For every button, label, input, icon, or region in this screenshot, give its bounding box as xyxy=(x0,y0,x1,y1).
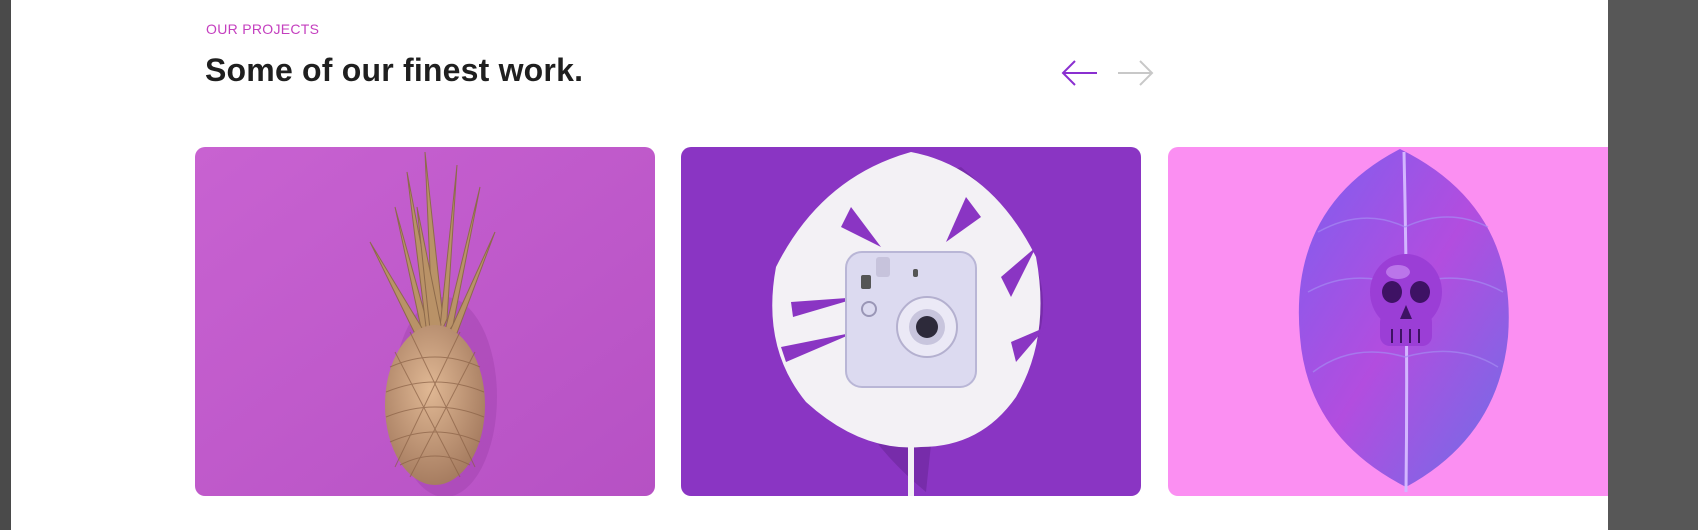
arrow-left-icon xyxy=(1061,60,1097,86)
carousel-prev-button[interactable] xyxy=(1061,58,1099,88)
section-title: Some of our finest work. xyxy=(205,52,584,88)
project-card-pineapple[interactable] xyxy=(195,147,655,496)
skull-leaf-image xyxy=(1168,147,1608,496)
carousel-next-button[interactable] xyxy=(1116,58,1154,88)
window-right-edge xyxy=(1608,0,1698,530)
camera-image xyxy=(681,147,1141,496)
window-left-edge xyxy=(0,0,11,530)
project-card-camera[interactable] xyxy=(681,147,1141,496)
project-card-skull-leaf[interactable] xyxy=(1168,147,1608,496)
section-eyebrow: OUR PROJECTS xyxy=(206,21,320,37)
pineapple-image xyxy=(195,147,655,496)
arrow-right-icon xyxy=(1118,60,1154,86)
